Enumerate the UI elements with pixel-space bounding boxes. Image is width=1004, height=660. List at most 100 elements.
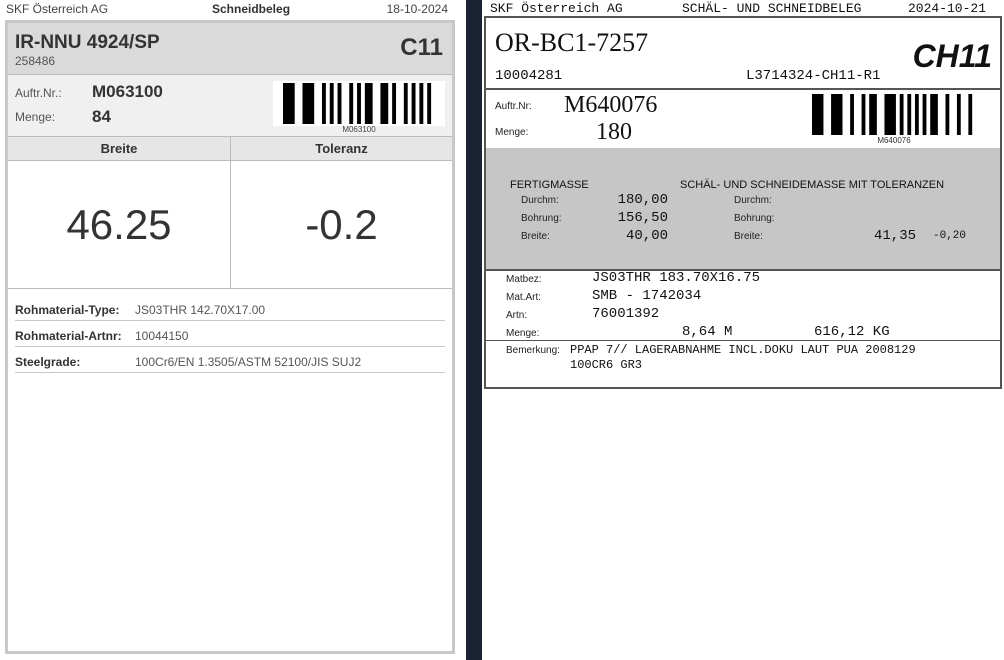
part-header: IR-NNU 4924/SP 258486 C11 xyxy=(8,23,452,75)
finished-dimensions-heading: FERTIGMASSE xyxy=(510,179,589,191)
property-label: Rohmaterial-Type: xyxy=(15,303,120,317)
cut-width-value: 41,35 xyxy=(873,228,916,244)
material-type-value: SMB - 1742034 xyxy=(592,288,702,304)
article-number-value: 76001392 xyxy=(592,306,660,322)
material-type-label: Mat.Art: xyxy=(506,292,542,303)
order-label: Auftr.Nr.: xyxy=(15,86,62,100)
article-number-label: Artn: xyxy=(506,310,528,321)
barcode-bar xyxy=(968,94,973,135)
quantity-label: Menge: xyxy=(495,127,529,138)
part-name: IR-NNU 4924/SP xyxy=(15,32,160,53)
left-top-bar: SKF Österreich AG Schneidbeleg 18-10-202… xyxy=(6,2,454,16)
lot-number: L3714324-CH11-R1 xyxy=(746,68,881,84)
barcode-bar xyxy=(321,83,326,124)
barcode-bar xyxy=(349,83,354,124)
barcode-bar xyxy=(329,83,334,124)
document-date: 18-10-2024 xyxy=(386,2,448,16)
property-label: Rohmaterial-Artnr: xyxy=(15,329,122,343)
property-label: Steelgrade: xyxy=(15,355,81,369)
barcode-bar xyxy=(884,94,896,135)
divider-line xyxy=(486,340,1000,341)
barcode-bar xyxy=(357,83,361,124)
cut-width-tolerance: -0,20 xyxy=(933,230,967,242)
remark-line-1: PPAP 7// LAGERABNAHME INCL.DOKU LAUT PUA… xyxy=(570,343,916,357)
barcode xyxy=(812,94,973,135)
barcode-bar xyxy=(283,83,295,124)
property-value: JS03THR 142.70X17.00 xyxy=(135,303,266,317)
bore-label: Bohrung: xyxy=(521,213,562,224)
cut-bore-label: Bohrung: xyxy=(734,213,775,224)
remark-line-2: 100CR6 GR3 xyxy=(570,358,643,372)
part-id: OR-BC1-7257 xyxy=(495,28,649,57)
right-slip-frame: OR-BC1-7257 CH11 10004281 L3714324-CH11-… xyxy=(484,16,1002,389)
width-value: 40,00 xyxy=(625,228,668,244)
barcode-bar xyxy=(907,94,912,135)
barcode xyxy=(273,81,445,126)
diameter-label: Durchm: xyxy=(521,195,559,206)
barcode-text: M063100 xyxy=(342,125,376,134)
bore-value: 156,50 xyxy=(617,210,668,226)
barcode-bar xyxy=(869,94,877,135)
cut-width-label: Breite: xyxy=(734,231,763,242)
barcode-bar xyxy=(403,83,408,124)
company-name: SKF Österreich AG xyxy=(490,1,623,16)
order-label: Auftr.Nr: xyxy=(495,101,532,112)
quantity-value: 180 xyxy=(596,119,632,145)
tolerance-column-label: Toleranz xyxy=(315,141,368,156)
property-value: 100Cr6/EN 1.3505/ASTM 52100/JIS SUJ2 xyxy=(135,355,362,369)
property-value: 10044150 xyxy=(135,329,189,343)
order-block: Auftr.Nr.: M063100 Menge: 84 M063100 xyxy=(8,75,452,137)
document-title: SCHÄL- UND SCHNEIDBELEG xyxy=(682,1,862,16)
right-top-bar: SKF Österreich AG SCHÄL- UND SCHNEIDBELE… xyxy=(482,0,1004,17)
cut-diameter-label: Durchm: xyxy=(734,195,772,206)
barcode-bar xyxy=(380,83,389,124)
barcode-text: M640076 xyxy=(877,136,911,145)
barcode-bar xyxy=(956,94,961,135)
barcode-bar xyxy=(337,83,342,124)
window-separator xyxy=(466,0,482,660)
document-title: Schneidbeleg xyxy=(212,2,291,16)
order-value: M063100 xyxy=(92,82,163,101)
diameter-value: 180,00 xyxy=(617,192,668,208)
property-row: Steelgrade: 100Cr6/EN 1.3505/ASTM 52100/… xyxy=(15,347,445,373)
barcode-bar xyxy=(850,94,854,135)
width-label: Breite: xyxy=(521,231,550,242)
barcode-bar xyxy=(411,83,416,124)
left-cutting-slip: SKF Österreich AG Schneidbeleg 18-10-202… xyxy=(0,0,460,660)
item-number: 10004281 xyxy=(495,68,563,84)
document-date: 2024-10-21 xyxy=(908,1,987,16)
barcode-bar xyxy=(364,83,373,124)
property-row: Rohmaterial-Type: JS03THR 142.70X17.00 xyxy=(15,295,445,321)
material-description-label: Matbez: xyxy=(506,274,542,285)
machine-code: CH11 xyxy=(912,38,992,74)
barcode-bar xyxy=(302,83,315,124)
remark-label: Bemerkung: xyxy=(506,345,560,356)
barcode-bar xyxy=(419,83,424,124)
width-value: 46.25 xyxy=(66,201,172,248)
cutting-dimensions-heading: SCHÄL- UND SCHNEIDEMASSE MIT TOLERANZEN xyxy=(680,179,945,191)
barcode-bar xyxy=(945,94,950,135)
material-weight-value: 616,12 KG xyxy=(814,324,890,340)
barcode-bar xyxy=(930,94,938,135)
column-divider xyxy=(230,137,231,289)
quantity-label: Menge: xyxy=(15,110,56,124)
barcode-bar xyxy=(392,83,397,124)
dimensions-panel: FERTIGMASSE SCHÄL- UND SCHNEIDEMASSE MIT… xyxy=(486,148,1000,269)
property-row: Rohmaterial-Artnr: 10044150 xyxy=(15,321,445,347)
material-quantity-label: Menge: xyxy=(506,328,540,339)
barcode-bar xyxy=(899,94,904,135)
tolerance-value: -0.2 xyxy=(305,201,378,248)
quantity-value: 84 xyxy=(92,107,111,126)
barcode-bar xyxy=(914,94,919,135)
divider-line xyxy=(486,88,1000,90)
barcode-bar xyxy=(427,83,432,124)
company-name: SKF Österreich AG xyxy=(6,2,109,16)
barcode-bar xyxy=(812,94,824,135)
left-slip-frame: IR-NNU 4924/SP 258486 C11 Auftr.Nr.: M06… xyxy=(5,20,455,654)
barcode-bar xyxy=(831,94,843,135)
material-length-value: 8,64 M xyxy=(682,324,733,340)
machine-code: C11 xyxy=(400,34,443,61)
barcode-bar xyxy=(922,94,927,135)
part-number: 258486 xyxy=(15,54,56,68)
right-cutting-slip: SKF Österreich AG SCHÄL- UND SCHNEIDBELE… xyxy=(482,0,1004,660)
